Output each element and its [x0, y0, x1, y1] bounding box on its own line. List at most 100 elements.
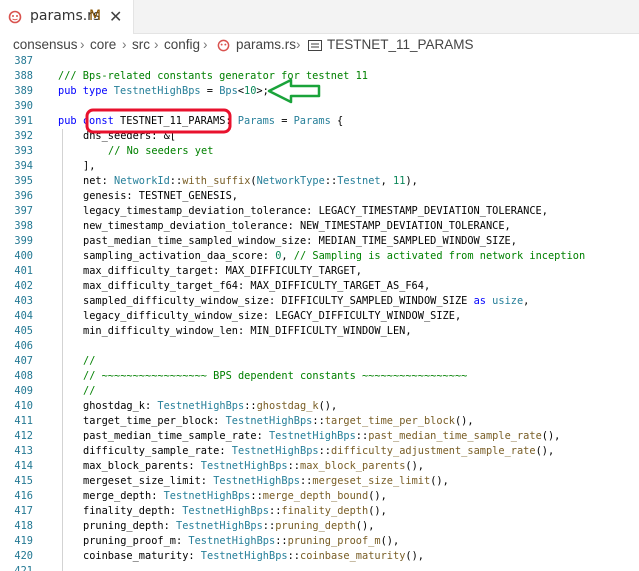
breadcrumb-item-src[interactable]: src: [132, 37, 150, 52]
code-line[interactable]: 396 genesis: TESTNET_GENESIS,: [0, 189, 639, 204]
code-line[interactable]: 412 past_median_time_sample_rate: Testnet…: [0, 429, 639, 444]
code-line[interactable]: 411 target_time_per_block: TestnetHighBps…: [0, 414, 639, 429]
breadcrumb-item-testnet-11-params[interactable]: TESTNET_11_PARAMS: [327, 37, 474, 52]
code-token: ::: [250, 490, 263, 502]
code-token: target_time_per_block:: [83, 415, 226, 427]
code-line[interactable]: 388 /// Bps-related constants generator f…: [0, 69, 639, 84]
tab-bar: params.rs M ✕: [0, 0, 639, 34]
code-editor[interactable]: 387 388 /// Bps-related constants generato…: [0, 56, 639, 571]
code-line[interactable]: 418 pruning_depth: TestnetHighBps::prunin…: [0, 519, 639, 534]
code-token: ghostdag_k:: [83, 400, 158, 412]
code-line[interactable]: 417 finality_depth: TestnetHighBps::final…: [0, 504, 639, 519]
code-text: target_time_per_block: TestnetHighBps::t…: [83, 414, 474, 429]
code-line[interactable]: 408 // ~~~~~~~~~~~~~~~~~ BPS dependent co…: [0, 369, 639, 384]
code-line[interactable]: 400 sampling_activation_daa_score: 0, // …: [0, 249, 639, 264]
code-text: past_median_time_sample_rate: TestnetHig…: [83, 429, 560, 444]
code-token: finality_depth: [281, 505, 369, 517]
code-text: pruning_depth: TestnetHighBps::pruning_d…: [83, 519, 374, 534]
code-line[interactable]: 404 legacy_difficulty_window_size: LEGACY…: [0, 309, 639, 324]
code-line[interactable]: 420 coinbase_maturity: TestnetHighBps::co…: [0, 549, 639, 564]
code-text: legacy_difficulty_window_size: LEGACY_DI…: [83, 309, 461, 324]
code-line[interactable]: 394],: [0, 159, 639, 174]
code-token: past_median_time_sample_rate: [368, 430, 542, 442]
code-text: difficulty_sample_rate: TestnetHighBps::…: [83, 444, 554, 459]
line-number: 387: [14, 56, 33, 67]
code-text: //: [83, 354, 95, 369]
chevron-right-icon: ›: [203, 37, 208, 52]
code-token: past_median_time_sampled_window_size: ME…: [83, 235, 517, 247]
breadcrumb-item-params-rs[interactable]: params.rs: [236, 37, 296, 52]
code-line[interactable]: 416 merge_depth: TestnetHighBps::merge_de…: [0, 489, 639, 504]
code-line[interactable]: 387: [0, 56, 639, 69]
code-token: ::: [169, 175, 183, 187]
code-text: max_difficulty_target: MAX_DIFFICULTY_TA…: [83, 264, 362, 279]
code-line[interactable]: 389 pub type TestnetHighBps = Bps<10>;: [0, 84, 639, 99]
code-token: 10: [244, 85, 257, 97]
code-line[interactable]: 401 max_difficulty_target: MAX_DIFFICULTY…: [0, 264, 639, 279]
code-token: TestnetHighBps: [225, 415, 313, 427]
code-token: TestnetHighBps: [182, 505, 269, 517]
code-token: {: [330, 115, 344, 127]
line-number: 420: [14, 550, 33, 562]
code-text: net: NetworkId::with_suffix(NetworkType:…: [83, 174, 418, 189]
code-token: (),: [405, 550, 424, 562]
code-line[interactable]: 406: [0, 339, 639, 354]
code-line[interactable]: 407 //: [0, 354, 639, 369]
code-token: max_block_parents: [300, 460, 406, 472]
code-text: merge_depth: TestnetHighBps::merge_depth…: [83, 489, 387, 504]
constant-symbol-icon: [308, 40, 322, 51]
code-line[interactable]: 399 past_median_time_sampled_window_size:…: [0, 234, 639, 249]
breadcrumb: consensus › core › src › config › params…: [0, 34, 639, 56]
code-token: (),: [380, 535, 400, 547]
code-token: merge_depth_bound: [262, 490, 369, 502]
code-token: merge_depth:: [83, 490, 164, 502]
code-line[interactable]: 421: [0, 564, 639, 571]
code-token: TestnetHighBps: [188, 535, 276, 547]
code-token: finality_depth:: [83, 505, 183, 517]
line-number: 400: [14, 250, 33, 262]
code-line[interactable]: 413 difficulty_sample_rate: TestnetHighBp…: [0, 444, 639, 459]
breadcrumb-item-core[interactable]: core: [90, 37, 116, 52]
code-line[interactable]: 405 min_difficulty_window_len: MIN_DIFFIC…: [0, 324, 639, 339]
code-line[interactable]: 398 new_timestamp_deviation_tolerance: NE…: [0, 219, 639, 234]
code-line[interactable]: 390: [0, 99, 639, 114]
line-number: 392: [14, 130, 33, 142]
code-token: new_timestamp_deviation_tolerance: NEW_T…: [83, 220, 511, 232]
code-line[interactable]: 395 net: NetworkId::with_suffix(NetworkTy…: [0, 174, 639, 189]
indent-guide: [62, 354, 63, 571]
code-line[interactable]: 392 dns_seeders: &[: [0, 129, 639, 144]
code-token: (),: [430, 475, 449, 487]
code-line[interactable]: 414 max_block_parents: TestnetHighBps::ma…: [0, 459, 639, 474]
code-token: max_difficulty_target_f64: MAX_DIFFICULT…: [83, 280, 431, 292]
code-line[interactable]: 403 sampled_difficulty_window_size: DIFFI…: [0, 294, 639, 309]
code-line[interactable]: 410 ghostdag_k: TestnetHighBps::ghostdag_…: [0, 399, 639, 414]
line-number: 401: [14, 265, 33, 277]
code-line[interactable]: 391 pub const TESTNET_11_PARAMS: Params =…: [0, 114, 639, 129]
code-line[interactable]: 402 max_difficulty_target_f64: MAX_DIFFIC…: [0, 279, 639, 294]
code-text: pub type TestnetHighBps = Bps<10>;: [58, 84, 269, 99]
code-line[interactable]: 397 legacy_timestamp_deviation_tolerance:…: [0, 204, 639, 219]
code-token: ],: [83, 160, 96, 172]
code-token: // Sampling is activated from network in…: [293, 250, 586, 262]
code-line[interactable]: 393 // No seeders yet: [0, 144, 639, 159]
code-token: :: [225, 115, 238, 127]
tab-params-rs[interactable]: params.rs M ✕: [0, 0, 134, 34]
code-token: TestnetHighBps: [157, 400, 245, 412]
code-text: new_timestamp_deviation_tolerance: NEW_T…: [83, 219, 511, 234]
breadcrumb-item-consensus[interactable]: consensus: [13, 37, 78, 52]
code-token: ,: [281, 250, 294, 262]
line-number: 395: [14, 175, 33, 187]
code-text: pruning_proof_m: TestnetHighBps::pruning…: [83, 534, 399, 549]
code-line[interactable]: 409 //: [0, 384, 639, 399]
code-token: ::: [299, 475, 313, 487]
code-text: coinbase_maturity: TestnetHighBps::coinb…: [83, 549, 424, 564]
code-text: finality_depth: TestnetHighBps::finality…: [83, 504, 387, 519]
breadcrumb-item-config[interactable]: config: [164, 37, 200, 52]
code-text: //: [83, 384, 95, 399]
modified-indicator: M: [89, 8, 102, 24]
code-line[interactable]: 415 mergeset_size_limit: TestnetHighBps::…: [0, 474, 639, 489]
code-token: // ~~~~~~~~~~~~~~~~~ BPS dependent const…: [83, 370, 468, 382]
code-line[interactable]: 419 pruning_proof_m: TestnetHighBps::prun…: [0, 534, 639, 549]
close-icon[interactable]: ✕: [109, 7, 122, 26]
code-token: TestnetHighBps: [268, 430, 356, 442]
